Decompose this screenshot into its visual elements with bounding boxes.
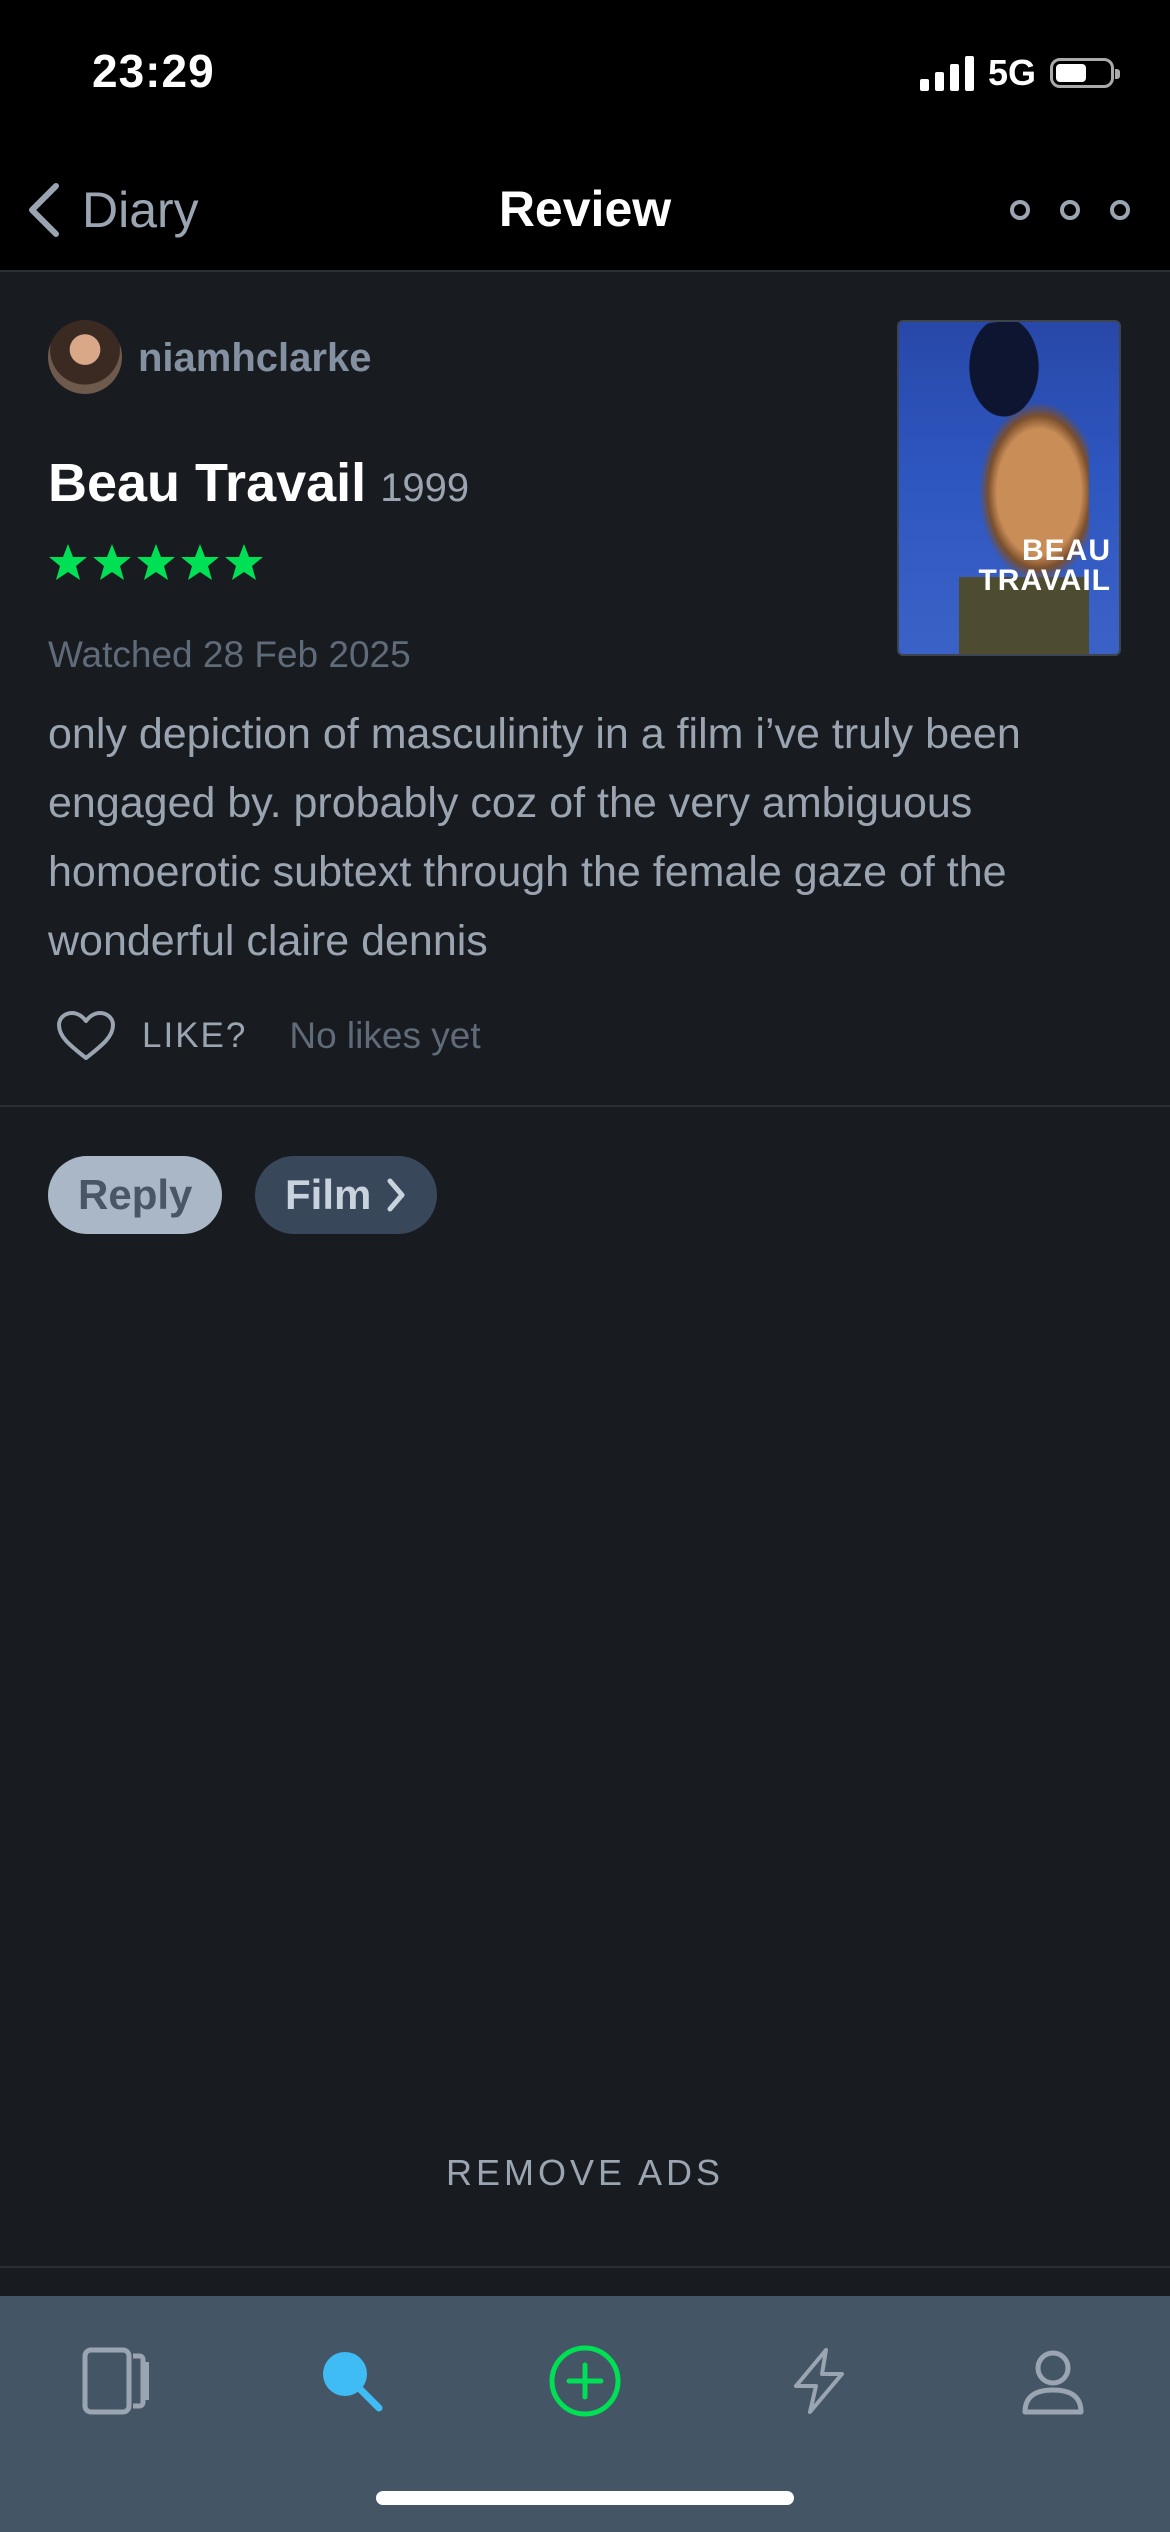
star-icon (181, 544, 219, 580)
review-content: niamhclarke BEAU TRAVAIL Beau Travail 199… (0, 272, 1170, 2296)
page-title: Review (498, 181, 672, 237)
reply-button[interactable]: Reply (48, 1156, 223, 1234)
remove-ads-link[interactable]: REMOVE ADS (0, 2152, 1170, 2194)
chevron-right-icon (387, 1178, 405, 1212)
star-icon (93, 544, 131, 580)
star-icon (137, 544, 175, 580)
poster-title: BEAU TRAVAIL (978, 534, 1111, 597)
username[interactable]: niamhclarke (138, 336, 371, 381)
star-icon (225, 544, 263, 580)
star-rating (48, 542, 264, 582)
tab-search[interactable] (292, 2336, 412, 2426)
film-title[interactable]: Beau Travail 1999 (48, 452, 469, 514)
status-time: 23:29 (92, 45, 215, 97)
film-button-label: Film (285, 1171, 372, 1218)
like-button[interactable]: LIKE? (56, 1010, 247, 1062)
home-indicator (376, 2491, 794, 2505)
signal-icon (919, 55, 974, 91)
tab-diary[interactable] (56, 2336, 176, 2426)
activity-icon (794, 2348, 844, 2414)
film-button[interactable]: Film (255, 1156, 438, 1234)
nav-bar: Diary Review (0, 150, 1170, 272)
film-poster[interactable]: BEAU TRAVAIL (897, 320, 1121, 656)
tab-activity[interactable] (759, 2336, 879, 2426)
more-options-icon[interactable] (1010, 190, 1130, 230)
avatar[interactable] (48, 320, 122, 394)
heart-icon (57, 1011, 115, 1060)
star-icon (49, 544, 87, 580)
tab-profile[interactable] (993, 2336, 1113, 2426)
like-row: LIKE? No likes yet (56, 1006, 481, 1066)
battery-icon (1050, 58, 1120, 88)
search-icon (323, 2352, 383, 2412)
film-year: 1999 (380, 466, 470, 510)
profile-icon (1022, 2350, 1084, 2415)
network-label: 5G (987, 52, 1036, 93)
status-indicators: 5G (919, 52, 1120, 94)
diary-icon (82, 2347, 149, 2415)
like-label: LIKE? (142, 1016, 248, 1055)
ad-divider (0, 2266, 1170, 2268)
likes-count: No likes yet (289, 1015, 481, 1056)
poster-figure (959, 322, 1089, 654)
review-text: only depiction of masculinity in a film … (48, 710, 1021, 965)
watched-date: Watched 28 Feb 2025 (48, 634, 411, 675)
divider (0, 1105, 1170, 1107)
tab-add[interactable] (525, 2336, 645, 2426)
add-icon (549, 2345, 621, 2417)
status-bar: 23:29 5G (0, 0, 1170, 150)
film-title-text: Beau Travail (48, 453, 367, 513)
